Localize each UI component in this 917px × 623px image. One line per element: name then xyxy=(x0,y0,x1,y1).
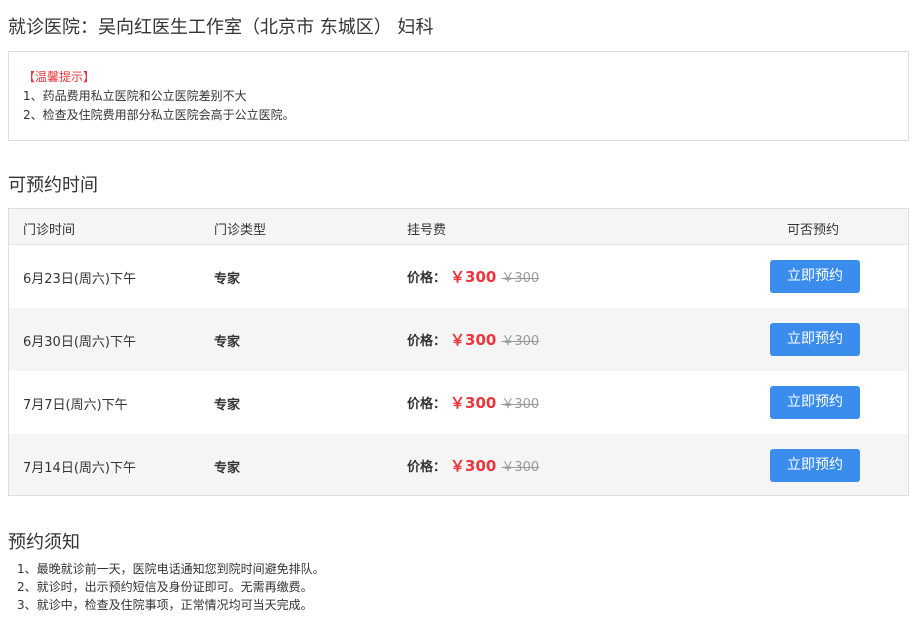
clinic-type: 专家 xyxy=(214,461,241,476)
notice-list: 1、最晚就诊前一天，医院电话通知您到院时间避免排队。 2、就诊时，出示预约短信及… xyxy=(17,560,325,614)
price-label: 价格： xyxy=(407,460,447,475)
table-row: 6月23日(周六)下午 专家 价格： ￥300 ￥300 立即预约 xyxy=(9,245,908,308)
price-cell: 价格： ￥300 ￥300 xyxy=(407,266,539,287)
clinic-type: 专家 xyxy=(214,398,241,413)
price-original: ￥300 xyxy=(501,271,540,286)
clinic-date: 6月23日(周六)下午 xyxy=(23,272,136,287)
price-cell: 价格： ￥300 ￥300 xyxy=(407,329,539,350)
book-now-button[interactable]: 立即预约 xyxy=(770,323,860,356)
schedule-table: 门诊时间 门诊类型 挂号费 可否预约 6月23日(周六)下午 专家 价格： ￥3… xyxy=(8,208,909,496)
notice-item: 3、就诊中，检查及住院事项，正常情况均可当天完成。 xyxy=(17,598,313,612)
price-label: 价格： xyxy=(407,271,447,286)
notice-item: 1、最晚就诊前一天，医院电话通知您到院时间避免排队。 xyxy=(17,562,325,576)
price-label: 价格： xyxy=(407,334,447,349)
tips-box: 【温馨提示】 1、药品费用私立医院和公立医院差别不大 2、检查及住院费用部分私立… xyxy=(8,51,909,141)
column-header-time: 门诊时间 xyxy=(23,223,76,238)
book-now-button[interactable]: 立即预约 xyxy=(770,386,860,419)
notice-item: 2、就诊时，出示预约短信及身份证即可。无需再缴费。 xyxy=(17,580,313,594)
price-original: ￥300 xyxy=(501,334,540,349)
column-header-fee: 挂号费 xyxy=(407,223,447,238)
table-header: 门诊时间 门诊类型 挂号费 可否预约 xyxy=(9,209,908,245)
column-header-type: 门诊类型 xyxy=(214,223,267,238)
clinic-type: 专家 xyxy=(214,335,241,350)
hospital-title: 就诊医院：吴向红医生工作室（北京市 东城区） 妇科 xyxy=(8,17,434,38)
notice-title: 预约须知 xyxy=(8,532,80,553)
price-cell: 价格： ￥300 ￥300 xyxy=(407,455,539,476)
clinic-date: 7月7日(周六)下午 xyxy=(23,398,128,413)
clinic-type: 专家 xyxy=(214,272,241,287)
price-current: ￥300 xyxy=(450,394,497,412)
price-current: ￥300 xyxy=(450,268,497,286)
table-row: 7月14日(周六)下午 专家 价格： ￥300 ￥300 立即预约 xyxy=(9,434,908,495)
book-now-button[interactable]: 立即预约 xyxy=(770,449,860,482)
tips-line: 2、检查及住院费用部分私立医院会高于公立医院。 xyxy=(23,108,295,122)
book-now-button[interactable]: 立即预约 xyxy=(770,260,860,293)
clinic-date: 7月14日(周六)下午 xyxy=(23,461,136,476)
table-row: 7月7日(周六)下午 专家 价格： ￥300 ￥300 立即预约 xyxy=(9,371,908,434)
tips-heading: 【温馨提示】 xyxy=(23,70,96,84)
clinic-date: 6月30日(周六)下午 xyxy=(23,335,136,350)
price-original: ￥300 xyxy=(501,460,540,475)
price-cell: 价格： ￥300 ￥300 xyxy=(407,392,539,413)
price-label: 价格： xyxy=(407,397,447,412)
tips-line: 1、药品费用私立医院和公立医院差别不大 xyxy=(23,89,247,103)
column-header-availability: 可否预约 xyxy=(787,223,840,238)
price-original: ￥300 xyxy=(501,397,540,412)
price-current: ￥300 xyxy=(450,331,497,349)
table-row: 6月30日(周六)下午 专家 价格： ￥300 ￥300 立即预约 xyxy=(9,308,908,371)
schedule-title: 可预约时间 xyxy=(8,175,98,196)
price-current: ￥300 xyxy=(450,457,497,475)
